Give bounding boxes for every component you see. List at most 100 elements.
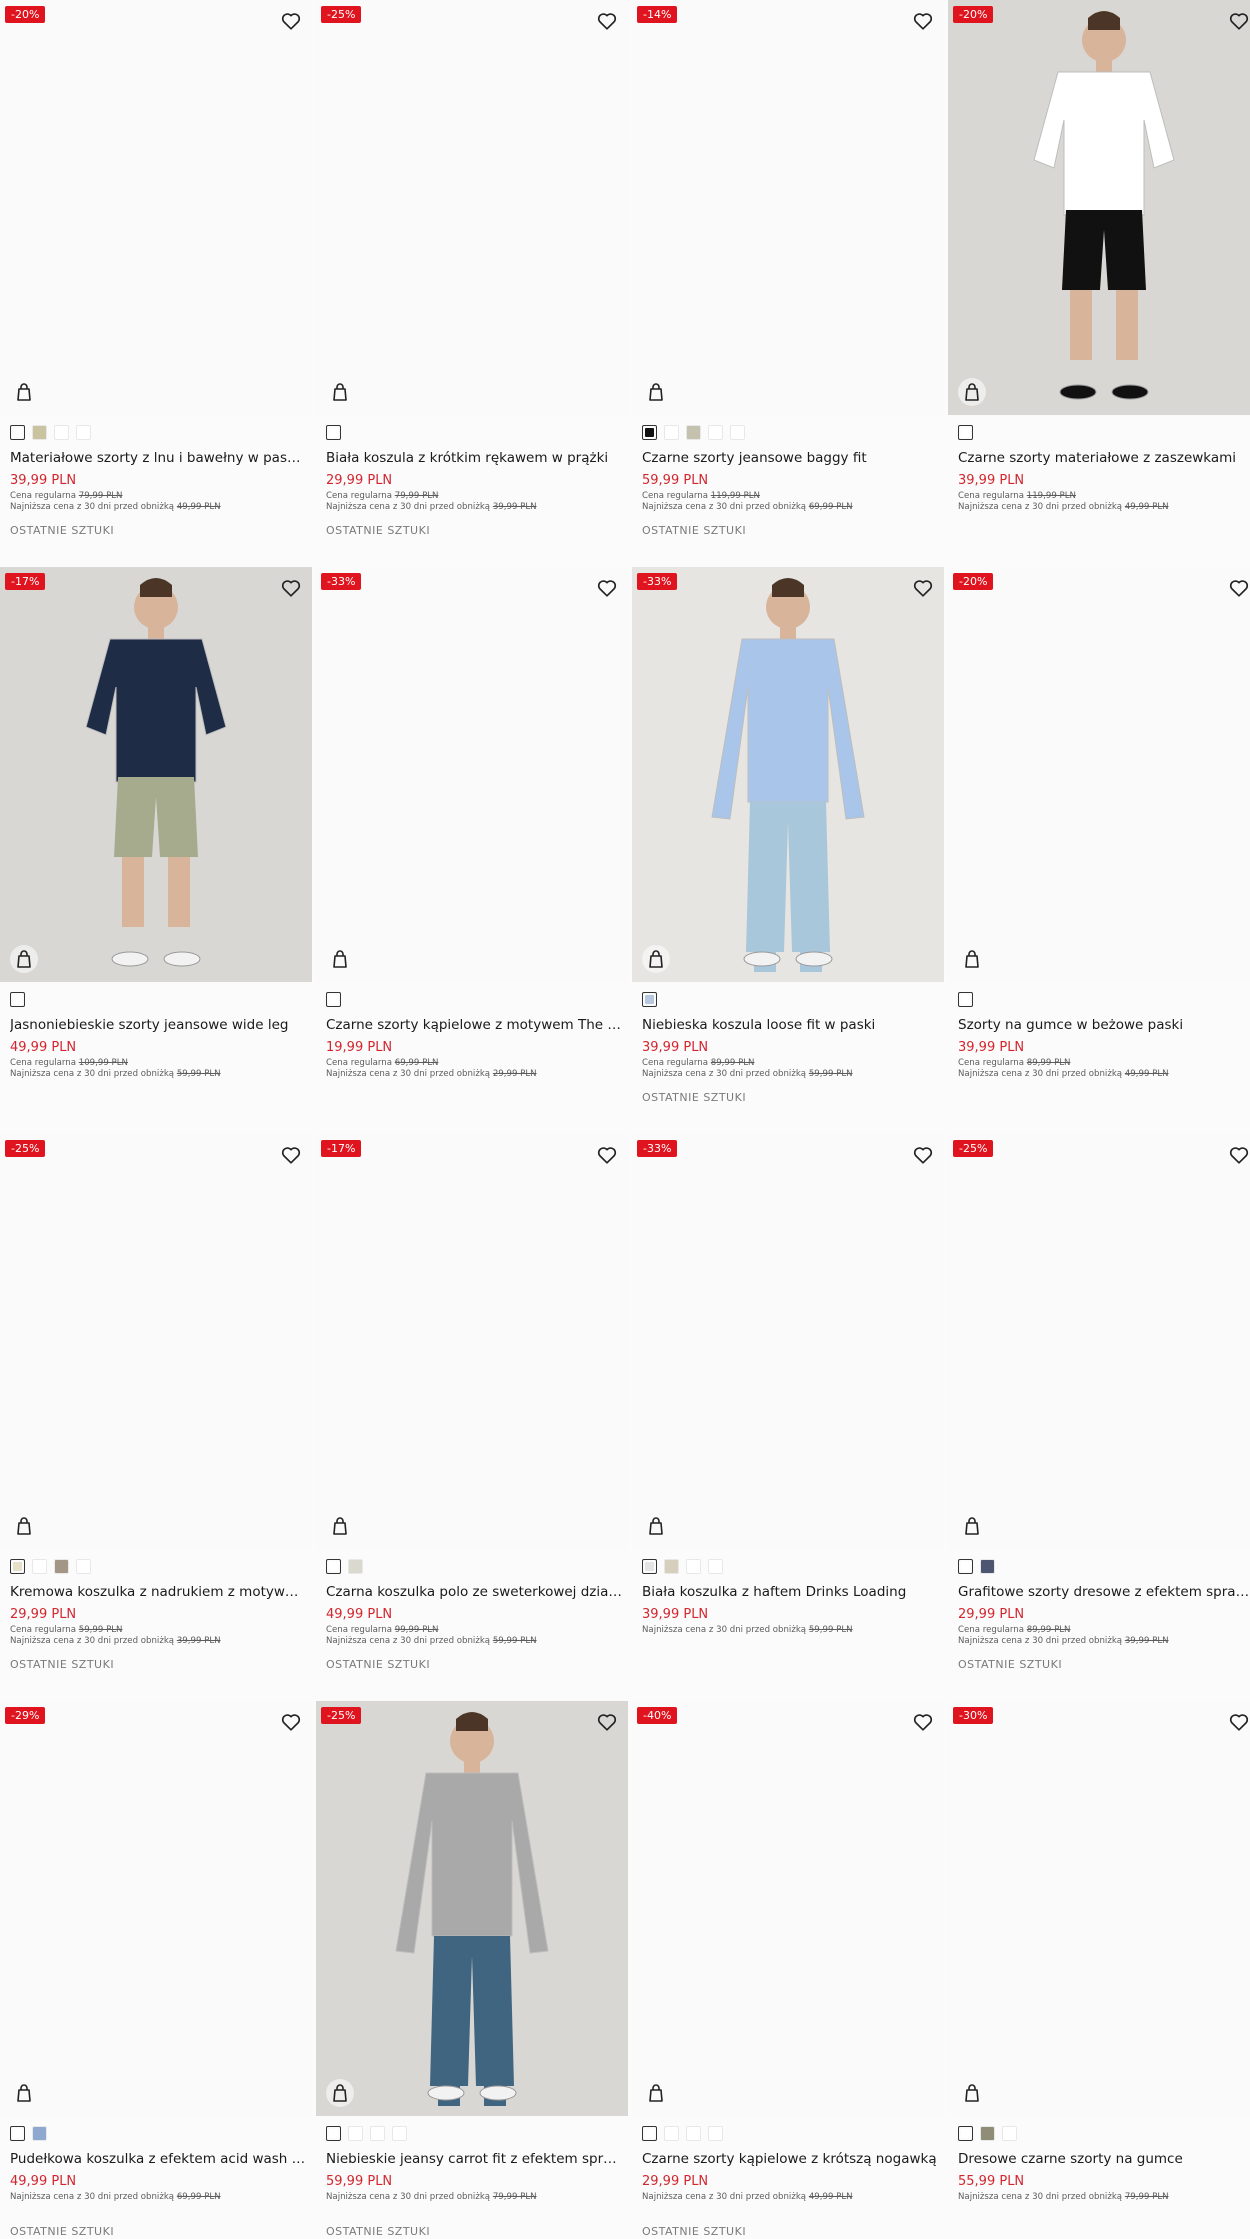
product-title[interactable]: Biała koszula z krótkim rękawem w prążki — [326, 449, 622, 467]
heart-icon[interactable] — [912, 1711, 934, 1733]
product-image[interactable]: -20% — [948, 0, 1250, 415]
product-image[interactable]: -14% — [632, 0, 944, 415]
color-swatch[interactable] — [326, 1559, 341, 1574]
product-card[interactable]: -33% Niebieska koszula loose fit w paski 3… — [632, 567, 944, 1134]
shopping-bag-icon[interactable] — [10, 945, 38, 973]
color-swatch[interactable] — [76, 425, 91, 440]
product-title[interactable]: Grafitowe szorty dresowe z efektem spran… — [958, 1583, 1250, 1601]
product-title[interactable]: Kremowa koszulka z nadrukiem z motywem … — [10, 1583, 306, 1601]
color-swatch[interactable] — [326, 992, 341, 1007]
product-card[interactable]: -14% Czarne szorty jeansowe baggy fit 59,9… — [632, 0, 944, 567]
product-image[interactable]: -33% — [632, 567, 944, 982]
product-card[interactable]: -33% Czarne szorty kąpielowe z motywem Th… — [316, 567, 628, 1134]
product-image[interactable]: -20% — [948, 567, 1250, 982]
color-swatch[interactable] — [642, 1559, 657, 1574]
product-image[interactable]: -33% — [632, 1134, 944, 1549]
heart-icon[interactable] — [596, 577, 618, 599]
heart-icon[interactable] — [280, 577, 302, 599]
product-title[interactable]: Czarna koszulka polo ze sweterkowej dzia… — [326, 1583, 622, 1601]
color-swatch[interactable] — [664, 1559, 679, 1574]
color-swatch[interactable] — [664, 425, 679, 440]
heart-icon[interactable] — [596, 1144, 618, 1166]
product-image[interactable]: -29% — [0, 1701, 312, 2116]
shopping-bag-icon[interactable] — [958, 1512, 986, 1540]
color-swatch[interactable] — [326, 425, 341, 440]
product-image[interactable]: -25% — [316, 1701, 628, 2116]
product-card[interactable]: -30% Dresowe czarne szorty na gumce 55,99 … — [948, 1701, 1250, 2239]
shopping-bag-icon[interactable] — [10, 2079, 38, 2107]
shopping-bag-icon[interactable] — [642, 2079, 670, 2107]
color-swatch[interactable] — [958, 2126, 973, 2141]
color-swatch[interactable] — [642, 992, 657, 1007]
heart-icon[interactable] — [596, 1711, 618, 1733]
color-swatch[interactable] — [708, 425, 723, 440]
heart-icon[interactable] — [596, 10, 618, 32]
color-swatch[interactable] — [686, 2126, 701, 2141]
color-swatch[interactable] — [730, 425, 745, 440]
heart-icon[interactable] — [280, 1711, 302, 1733]
shopping-bag-icon[interactable] — [326, 945, 354, 973]
color-swatch[interactable] — [54, 425, 69, 440]
color-swatch[interactable] — [642, 2126, 657, 2141]
color-swatch[interactable] — [326, 2126, 341, 2141]
product-image[interactable]: -25% — [0, 1134, 312, 1549]
color-swatch[interactable] — [958, 425, 973, 440]
heart-icon[interactable] — [1228, 1144, 1250, 1166]
heart-icon[interactable] — [912, 10, 934, 32]
product-card[interactable]: -17% Czarna koszulka polo ze sweterkowej … — [316, 1134, 628, 1701]
product-image[interactable]: -25% — [316, 0, 628, 415]
color-swatch[interactable] — [348, 1559, 363, 1574]
color-swatch[interactable] — [1002, 2126, 1017, 2141]
product-card[interactable]: -40% Czarne szorty kąpielowe z krótszą no… — [632, 1701, 944, 2239]
shopping-bag-icon[interactable] — [10, 378, 38, 406]
product-card[interactable]: -20% Szorty na gumce w beżowe paski 39,99 … — [948, 567, 1250, 1134]
heart-icon[interactable] — [280, 1144, 302, 1166]
color-swatch[interactable] — [32, 425, 47, 440]
color-swatch[interactable] — [54, 1559, 69, 1574]
color-swatch[interactable] — [348, 2126, 363, 2141]
product-image[interactable]: -40% — [632, 1701, 944, 2116]
color-swatch[interactable] — [686, 425, 701, 440]
heart-icon[interactable] — [280, 10, 302, 32]
shopping-bag-icon[interactable] — [326, 378, 354, 406]
product-title[interactable]: Szorty na gumce w beżowe paski — [958, 1016, 1250, 1034]
product-image[interactable]: -25% — [948, 1134, 1250, 1549]
product-card[interactable]: -25% Kremowa koszulka z nadrukiem z motyw… — [0, 1134, 312, 1701]
color-swatch[interactable] — [10, 425, 25, 440]
shopping-bag-icon[interactable] — [958, 378, 986, 406]
color-swatch[interactable] — [980, 1559, 995, 1574]
product-image[interactable]: -30% — [948, 1701, 1250, 2116]
shopping-bag-icon[interactable] — [10, 1512, 38, 1540]
product-card[interactable]: -17% Jasnoniebieskie szorty jeansowe wide… — [0, 567, 312, 1134]
color-swatch[interactable] — [370, 2126, 385, 2141]
heart-icon[interactable] — [1228, 577, 1250, 599]
shopping-bag-icon[interactable] — [326, 1512, 354, 1540]
shopping-bag-icon[interactable] — [642, 378, 670, 406]
product-card[interactable]: -25% Biała koszula z krótkim rękawem w pr… — [316, 0, 628, 567]
product-title[interactable]: Czarne szorty kąpielowe z motywem The Si… — [326, 1016, 622, 1034]
color-swatch[interactable] — [958, 1559, 973, 1574]
heart-icon[interactable] — [1228, 10, 1250, 32]
product-title[interactable]: Czarne szorty jeansowe baggy fit — [642, 449, 938, 467]
color-swatch[interactable] — [980, 2126, 995, 2141]
product-card[interactable]: -20% Materiałowe szorty z lnu i bawełny w… — [0, 0, 312, 567]
product-image[interactable]: -20% — [0, 0, 312, 415]
product-card[interactable]: -33% Biała koszulka z haftem Drinks Loadi… — [632, 1134, 944, 1701]
product-image[interactable]: -17% — [0, 567, 312, 982]
shopping-bag-icon[interactable] — [642, 945, 670, 973]
product-title[interactable]: Jasnoniebieskie szorty jeansowe wide leg — [10, 1016, 306, 1034]
color-swatch[interactable] — [642, 425, 657, 440]
color-swatch[interactable] — [32, 2126, 47, 2141]
color-swatch[interactable] — [32, 1559, 47, 1574]
shopping-bag-icon[interactable] — [958, 2079, 986, 2107]
color-swatch[interactable] — [10, 2126, 25, 2141]
color-swatch[interactable] — [10, 1559, 25, 1574]
color-swatch[interactable] — [708, 1559, 723, 1574]
product-title[interactable]: Materiałowe szorty z lnu i bawełny w pas… — [10, 449, 306, 467]
product-title[interactable]: Pudełkowa koszulka z efektem acid wash c… — [10, 2150, 306, 2168]
product-image[interactable]: -33% — [316, 567, 628, 982]
product-title[interactable]: Czarne szorty materiałowe z zaszewkami — [958, 449, 1250, 467]
shopping-bag-icon[interactable] — [326, 2079, 354, 2107]
product-title[interactable]: Biała koszulka z haftem Drinks Loading — [642, 1583, 938, 1601]
product-title[interactable]: Niebieskie jeansy carrot fit z efektem s… — [326, 2150, 622, 2168]
